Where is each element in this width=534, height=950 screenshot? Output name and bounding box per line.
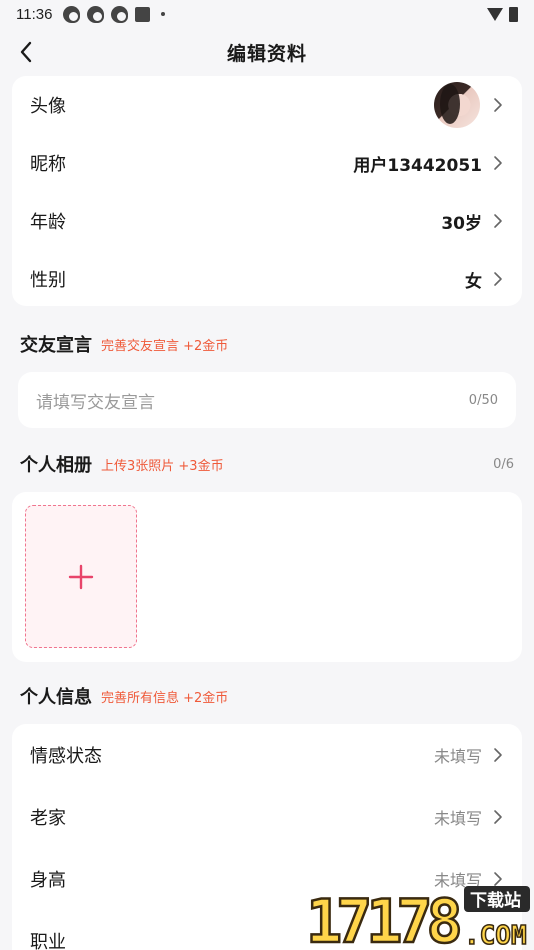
site-watermark-logo: 17178 下载站 .COM	[305, 886, 530, 950]
watermark-number: 17178	[306, 887, 459, 950]
album-title: 个人相册	[20, 455, 92, 476]
status-bar: 11:36	[0, 0, 534, 28]
chevron-left-icon	[20, 41, 32, 63]
info-section-header: 个人信息 完善所有信息 +2金币	[0, 676, 534, 716]
chevron-right-icon	[492, 97, 504, 113]
age-row[interactable]: 年龄 30岁	[12, 192, 522, 250]
notification-app-icon	[111, 5, 129, 23]
info-row-value: 未填写	[433, 809, 482, 828]
nav-bar: 编辑资料	[0, 28, 534, 76]
nickname-row[interactable]: 昵称 用户13442051	[12, 134, 522, 192]
more-notifications-dot-icon	[161, 12, 166, 16]
motto-input[interactable]: 请填写交友宣言 0/50	[18, 372, 516, 428]
avatar	[434, 82, 480, 128]
chevron-right-icon	[492, 809, 504, 825]
motto-section-header: 交友宣言 完善交友宣言 +2金币	[0, 324, 534, 364]
notification-app-icon	[87, 5, 105, 23]
info-row-label: 老家	[30, 808, 66, 829]
back-button[interactable]	[12, 38, 40, 66]
album-photo-count: 0/6	[493, 456, 514, 472]
motto-char-count: 0/50	[468, 392, 498, 408]
gender-row[interactable]: 性别 女	[12, 250, 522, 308]
album-card	[12, 492, 522, 662]
info-row-hometown[interactable]: 老家 未填写	[12, 786, 522, 848]
watermark-domain: .COM	[464, 921, 527, 950]
age-value: 30岁	[441, 213, 482, 234]
chevron-right-icon	[492, 271, 504, 287]
motto-title: 交友宣言	[20, 335, 92, 356]
motto-placeholder: 请填写交友宣言	[36, 392, 155, 413]
album-hint: 上传3张照片 +3金币	[101, 458, 224, 474]
status-left: 11:36	[16, 5, 166, 23]
info-title: 个人信息	[20, 687, 92, 708]
basic-info-card: 头像 昵称 用户13442051 年龄 30岁 性别 女	[12, 76, 522, 306]
info-row-label: 情感状态	[30, 746, 102, 767]
notification-square-icon	[135, 6, 151, 22]
notification-app-icon	[63, 5, 81, 23]
avatar-row[interactable]: 头像	[12, 76, 522, 134]
info-row-relationship[interactable]: 情感状态 未填写	[12, 724, 522, 786]
age-label: 年龄	[30, 212, 66, 233]
watermark-tag: 下载站	[470, 890, 521, 911]
plus-icon	[68, 564, 94, 589]
status-time: 11:36	[16, 5, 53, 23]
status-right	[487, 6, 518, 22]
battery-icon	[509, 6, 518, 22]
motto-hint: 完善交友宣言 +2金币	[101, 338, 229, 354]
chevron-right-icon	[492, 747, 504, 763]
wifi-icon	[487, 7, 503, 21]
info-row-value: 未填写	[433, 747, 482, 766]
info-hint: 完善所有信息 +2金币	[101, 690, 229, 706]
avatar-label: 头像	[30, 96, 66, 117]
chevron-right-icon	[492, 213, 504, 229]
gender-value: 女	[465, 271, 482, 292]
page-title: 编辑资料	[226, 42, 307, 65]
add-photo-button[interactable]	[25, 505, 137, 648]
nickname-value: 用户13442051	[353, 155, 482, 176]
chevron-right-icon	[492, 155, 504, 171]
album-section-header: 个人相册 上传3张照片 +3金币 0/6	[0, 444, 534, 484]
nickname-label: 昵称	[30, 154, 66, 175]
gender-label: 性别	[30, 270, 66, 291]
